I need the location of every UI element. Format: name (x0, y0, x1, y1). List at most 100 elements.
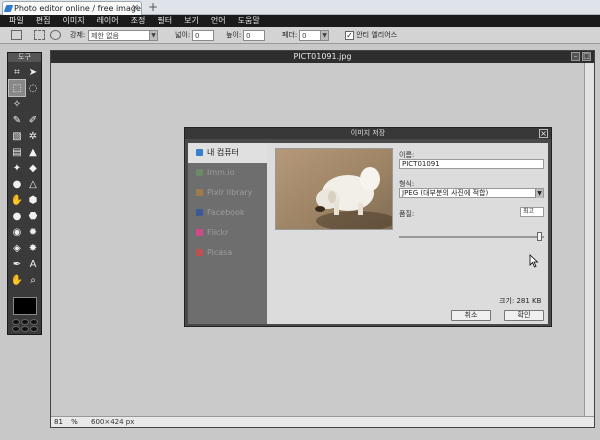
save-location-item[interactable]: Facebook (188, 203, 267, 223)
quality-label: 품질: (399, 210, 415, 218)
clone-icon[interactable]: ✦ (9, 160, 25, 176)
antialias-option[interactable]: ✓ 안티 엘리어스 (345, 30, 397, 41)
bloat-icon[interactable]: ◈ (9, 240, 25, 256)
spray-icon[interactable]: ✲ (25, 128, 41, 144)
menu-adjust[interactable]: 조정 (131, 15, 146, 27)
save-location-label: Facebook (207, 208, 245, 217)
picker-icon[interactable]: ✒ (9, 256, 25, 272)
swatch-4[interactable] (11, 325, 20, 332)
menu-language[interactable]: 언어 (211, 15, 226, 27)
tools-grid: ⌗ ➤ ⬚ ◌ ✧ ✎ ✐ ▧ ✲ ▤ ▲ ✦ ◆ ● △ ✋ ⬢ ● ⬣ ◉ ✹ ◈ ✸ ✒ A ✋ ⌕ (8, 62, 41, 290)
menu-image[interactable]: 이미지 (62, 15, 84, 27)
brush-icon[interactable]: ✐ (25, 112, 41, 128)
menu-view[interactable]: 보기 (184, 15, 199, 27)
new-tab-button[interactable]: + (148, 0, 158, 14)
save-image-dialog: 이미지 저장 × 내 컴퓨터 Imm.io Pixlr library Faceboo… (184, 127, 552, 327)
save-location-item[interactable]: Picasa (188, 243, 267, 263)
blank-icon[interactable] (25, 96, 41, 112)
gradient-icon[interactable]: ▤ (9, 144, 25, 160)
tab-close-icon[interactable]: × (131, 2, 139, 15)
menu-file[interactable]: 파일 (9, 15, 24, 27)
marquee-icon[interactable]: ⬚ (8, 79, 26, 97)
file-size: 크기: 281 KB (499, 297, 542, 305)
crop-icon[interactable]: ⌗ (9, 64, 25, 80)
menu-bar: 파일 편집 이미지 레이어 조정 필터 보기 언어 도움말 (0, 15, 600, 27)
burn-icon[interactable]: ⬣ (25, 208, 41, 224)
color-swatch[interactable] (13, 297, 37, 315)
save-location-label: 내 컴퓨터 (207, 148, 239, 157)
location-icon (196, 249, 203, 256)
rect-select-icon[interactable] (11, 30, 22, 40)
document-title: PICT01091.jpg (293, 52, 352, 61)
save-location-item[interactable]: Flickr (188, 223, 267, 243)
swatch-5[interactable] (20, 325, 29, 332)
blur-icon[interactable]: ● (9, 176, 25, 192)
format-select-value: JPEG (대부분의 사진에 적합) (402, 189, 489, 197)
smudge-icon[interactable]: ✋ (9, 192, 25, 208)
ellipse-select-icon[interactable] (50, 30, 61, 40)
save-location-item[interactable]: Pixlr library (188, 183, 267, 203)
bucket-icon[interactable]: ▲ (25, 144, 41, 160)
zoom-icon[interactable]: ⌕ (25, 272, 41, 288)
pencil-icon[interactable]: ✎ (9, 112, 25, 128)
status-bar: 81 % 600×424 px (51, 416, 594, 427)
close-icon[interactable]: × (539, 129, 548, 138)
swatch-6[interactable] (29, 325, 38, 332)
browser-tab[interactable]: Photo editor online / free image edi… × (2, 1, 142, 15)
chevron-down-icon: ▼ (535, 189, 543, 198)
wand-icon[interactable]: ✧ (9, 96, 25, 112)
save-location-item[interactable]: 내 컴퓨터 (188, 143, 267, 163)
quality-slider[interactable] (399, 232, 544, 241)
eraser-icon[interactable]: ▧ (9, 128, 25, 144)
name-input[interactable]: PICT01091 (399, 159, 544, 169)
cancel-button[interactable]: 취소 (451, 310, 491, 321)
browser-tab-strip: Photo editor online / free image edi… × … (0, 0, 600, 15)
menu-edit[interactable]: 편집 (36, 15, 51, 27)
maximize-icon[interactable]: □ (582, 52, 591, 61)
width-input[interactable]: 0 (192, 30, 214, 41)
save-location-list: 내 컴퓨터 Imm.io Pixlr library Facebook Flickr Pi… (188, 143, 267, 324)
save-location-label: Picasa (207, 248, 233, 257)
menu-layer[interactable]: 레이어 (97, 15, 119, 27)
spot-icon[interactable]: ✹ (25, 224, 41, 240)
antialias-label: 안티 엘리어스 (356, 31, 398, 39)
dodge-icon[interactable]: ● (9, 208, 25, 224)
height-label: 높이: (226, 31, 242, 39)
ok-button[interactable]: 확인 (504, 310, 544, 321)
sharpen-icon[interactable]: △ (25, 176, 41, 192)
menu-filter[interactable]: 필터 (157, 15, 172, 27)
location-icon (196, 149, 203, 156)
save-location-item[interactable]: Imm.io (188, 163, 267, 183)
move-icon[interactable]: ➤ (25, 64, 41, 80)
location-icon (196, 169, 203, 176)
limit-select[interactable]: 제한 없음 ▼ (88, 30, 158, 41)
lasso-icon[interactable]: ◌ (25, 80, 41, 96)
chevron-down-icon: ▼ (320, 31, 328, 40)
limit-label: 강제: (70, 31, 86, 39)
text-icon[interactable]: A (25, 256, 41, 272)
dialog-main: 이름: PICT01091 형식: JPEG (대부분의 사진에 적합) ▼ 품… (267, 143, 548, 324)
height-input[interactable]: 0 (243, 30, 265, 41)
quality-value[interactable]: 최고 (520, 207, 544, 217)
format-select[interactable]: JPEG (대부분의 사진에 적합) ▼ (399, 188, 544, 198)
dog-photo-thumbnail (276, 149, 392, 229)
redeye-icon[interactable]: ◉ (9, 224, 25, 240)
swatch-1[interactable] (11, 318, 20, 325)
sponge-icon[interactable]: ⬢ (25, 192, 41, 208)
feather-select[interactable]: 0 ▼ (299, 30, 329, 41)
hand-icon[interactable]: ✋ (9, 272, 25, 288)
mouse-cursor-icon (529, 254, 539, 268)
pinch-icon[interactable]: ✸ (25, 240, 41, 256)
swatch-3[interactable] (29, 318, 38, 325)
swatch-2[interactable] (20, 318, 29, 325)
antialias-checkbox[interactable]: ✓ (345, 30, 354, 40)
minimize-icon[interactable]: – (571, 52, 580, 61)
image-dimensions: 600×424 px (91, 418, 135, 426)
zoom-readout[interactable]: 81 % (54, 417, 78, 427)
menu-help[interactable]: 도움말 (238, 15, 260, 27)
save-location-label: Flickr (207, 228, 229, 237)
rect-select-mode-icon[interactable] (34, 30, 45, 40)
quality-slider-handle[interactable] (536, 232, 542, 241)
vertical-scrollbar[interactable] (584, 63, 594, 417)
shape-icon[interactable]: ◆ (25, 160, 41, 176)
